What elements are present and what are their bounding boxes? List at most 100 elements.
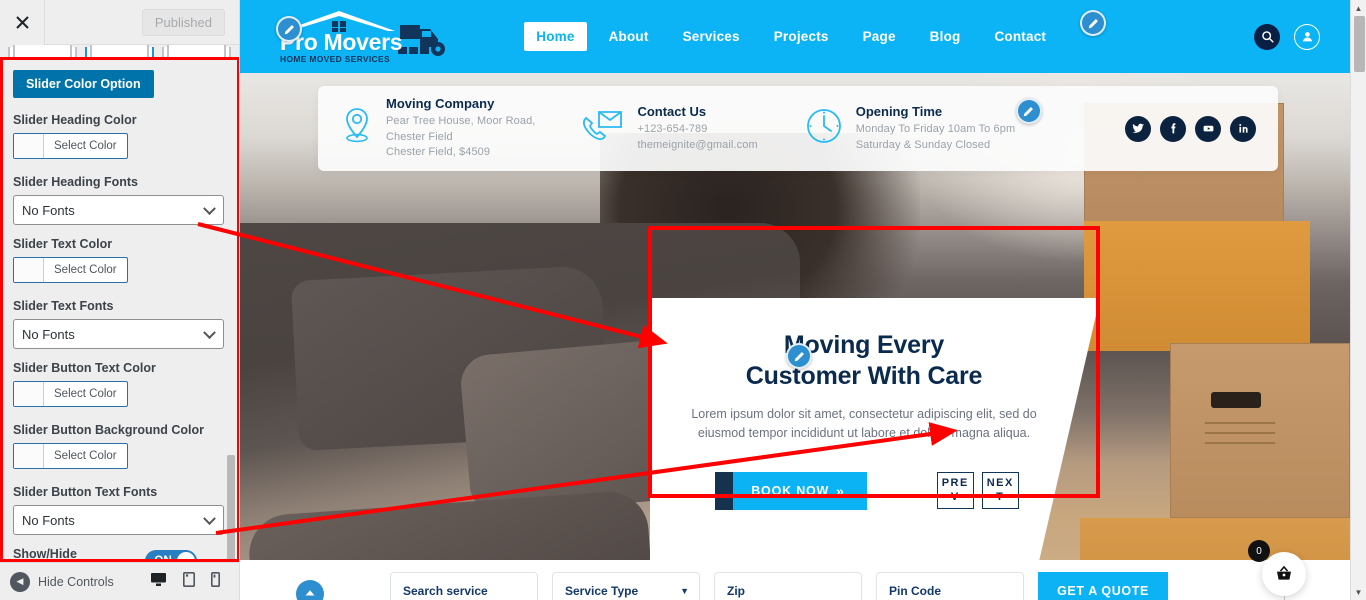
quote-field-service-type[interactable]: Service Type ▼ xyxy=(552,572,700,600)
nav-item-services[interactable]: Services xyxy=(671,22,752,51)
main-navigation: Home About Services Projects Page Blog C… xyxy=(524,22,1058,51)
slider-navigation: PREV NEXT xyxy=(936,472,1019,510)
show-hide-navigations-toggle[interactable]: ON xyxy=(145,550,197,559)
phone-envelope-icon xyxy=(581,106,625,151)
nav-item-blog[interactable]: Blog xyxy=(918,22,973,51)
cart-widget: 0 xyxy=(1248,540,1306,600)
info-line: Monday To Friday 10am To 6pm xyxy=(855,123,1016,136)
edit-shortcut-slide-icon[interactable] xyxy=(786,343,812,369)
customizer-header: Published xyxy=(0,0,239,45)
photo-box xyxy=(1170,343,1350,518)
edit-shortcut-infobar-icon[interactable] xyxy=(1015,98,1042,125)
quote-field-label: Pin Code xyxy=(889,584,942,598)
font-select[interactable]: No Fonts xyxy=(13,505,224,535)
nav-item-home[interactable]: Home xyxy=(524,22,587,51)
social-links xyxy=(1125,115,1256,142)
sidebar-scrollbar-thumb[interactable] xyxy=(227,455,235,559)
youtube-icon[interactable] xyxy=(1195,115,1221,142)
scroll-to-top-icon[interactable] xyxy=(296,580,324,600)
slide-paragraph: Lorem ipsum dolor sit amet, consectetur … xyxy=(691,407,1037,441)
customizer-sidebar: Published ▲ Slider Color Option Slider H… xyxy=(0,0,240,600)
photo-box xyxy=(1084,221,1310,351)
quote-field-zip[interactable]: Zip xyxy=(714,572,862,600)
chevron-down-icon xyxy=(203,202,216,216)
font-select[interactable]: No Fonts xyxy=(13,195,224,225)
chevron-down-icon: ▼ xyxy=(680,586,689,596)
shopping-basket-icon[interactable] xyxy=(1262,552,1306,596)
edit-shortcut-menu-icon[interactable] xyxy=(1080,10,1106,36)
field-slider-heading-color: Slider Heading Color Select Color xyxy=(13,113,227,163)
preview-scrollbar[interactable]: ▲ ▼ xyxy=(1350,0,1366,600)
scroll-down-arrow-icon[interactable]: ▼ xyxy=(1351,584,1366,600)
chevron-down-icon xyxy=(203,326,216,340)
nav-item-contact[interactable]: Contact xyxy=(982,22,1058,51)
field-slider-heading-fonts: Slider Heading Fonts No Fonts xyxy=(13,175,227,225)
info-title: Moving Company xyxy=(386,96,495,112)
photo-moving-boxes xyxy=(1080,103,1350,600)
field-label: Slider Button Text Fonts xyxy=(13,485,158,499)
hide-controls-button[interactable]: ◀ Hide Controls xyxy=(10,571,114,592)
color-swatch xyxy=(14,258,44,282)
color-picker-button[interactable]: Select Color xyxy=(13,133,128,159)
slider-prev-button[interactable]: PREV xyxy=(936,472,974,510)
field-label: Slider Heading Color xyxy=(13,113,137,127)
color-picker-label: Select Color xyxy=(54,450,117,462)
color-swatch xyxy=(14,134,44,158)
facebook-icon[interactable] xyxy=(1160,115,1186,142)
location-pin-icon xyxy=(340,106,374,151)
contact-info-bar: Moving Company Pear Tree House, Moor Roa… xyxy=(318,86,1278,171)
slide-content-panel: Moving Every Customer With Care Lorem ip… xyxy=(650,298,1100,570)
color-picker-button[interactable]: Select Color xyxy=(13,257,128,283)
slide-heading: Moving Every Customer With Care xyxy=(678,330,1050,391)
site-logo[interactable]: Pro Movers HOME MOVED SERVICES xyxy=(280,9,456,64)
close-icon[interactable] xyxy=(0,0,45,45)
search-icon[interactable] xyxy=(1254,23,1280,50)
color-swatch xyxy=(14,444,44,468)
info-line: Chester Field xyxy=(386,130,453,143)
double-chevron-right-icon: » xyxy=(836,482,845,499)
scroll-up-arrow-icon[interactable]: ▲ xyxy=(1351,0,1366,16)
color-picker-label: Select Color xyxy=(54,388,117,400)
select-value: No Fonts xyxy=(22,512,75,528)
info-title: Contact Us xyxy=(637,104,707,120)
info-text-block: Moving Company Pear Tree House, Moor Roa… xyxy=(386,96,535,160)
field-slider-text-color: Slider Text Color Select Color xyxy=(13,237,227,287)
color-picker-button[interactable]: Select Color xyxy=(13,381,128,407)
hero-slider: Moving Company Pear Tree House, Moor Roa… xyxy=(240,73,1350,600)
field-label: Show/Hide Navigations xyxy=(13,547,77,561)
quote-field-pin-code[interactable]: Pin Code xyxy=(876,572,1024,600)
cart-stem xyxy=(1284,596,1285,600)
mobile-icon[interactable] xyxy=(211,571,221,592)
section-title: Slider Color Option xyxy=(13,70,154,98)
header-actions xyxy=(1254,23,1320,50)
slide-heading-line1: Moving Every xyxy=(783,331,945,359)
linkedin-icon[interactable] xyxy=(1230,115,1256,142)
info-title: Opening Time xyxy=(855,104,943,120)
quote-field-search-service[interactable]: Search service xyxy=(390,572,538,600)
color-picker-label: Select Color xyxy=(54,140,117,152)
info-text-block: Contact Us +123-654-789 themeignite@gmai… xyxy=(637,104,757,153)
scrollbar-thumb[interactable] xyxy=(1354,16,1365,72)
nav-item-page[interactable]: Page xyxy=(851,22,908,51)
moving-truck-icon xyxy=(398,17,456,64)
info-line: +123-654-789 xyxy=(637,123,708,136)
desktop-icon[interactable] xyxy=(143,572,174,600)
publish-button[interactable]: Published xyxy=(141,8,225,36)
quote-field-label: Search service xyxy=(403,584,488,598)
account-icon[interactable] xyxy=(1294,23,1320,50)
device-preview-switcher xyxy=(143,571,230,600)
get-a-quote-button[interactable]: GET A QUOTE xyxy=(1038,572,1168,600)
nav-item-projects[interactable]: Projects xyxy=(762,22,841,51)
info-item-opening-time: Opening Time Monday To Friday 10am To 6p… xyxy=(804,98,1042,153)
color-picker-button[interactable]: Select Color xyxy=(13,443,128,469)
book-now-button[interactable]: BOOK NOW » xyxy=(715,471,867,510)
font-select[interactable]: No Fonts xyxy=(13,319,224,349)
slide-actions: BOOK NOW » PREV NEXT xyxy=(678,471,1050,510)
slider-next-button[interactable]: NEXT xyxy=(981,472,1019,510)
nav-item-about[interactable]: About xyxy=(597,22,661,51)
tablet-icon[interactable] xyxy=(183,571,195,592)
edit-shortcut-logo-icon[interactable] xyxy=(276,16,302,42)
field-label: Slider Button Background Color xyxy=(13,423,204,437)
twitter-icon[interactable] xyxy=(1125,115,1151,142)
logo-tagline: HOME MOVED SERVICES xyxy=(280,54,390,65)
